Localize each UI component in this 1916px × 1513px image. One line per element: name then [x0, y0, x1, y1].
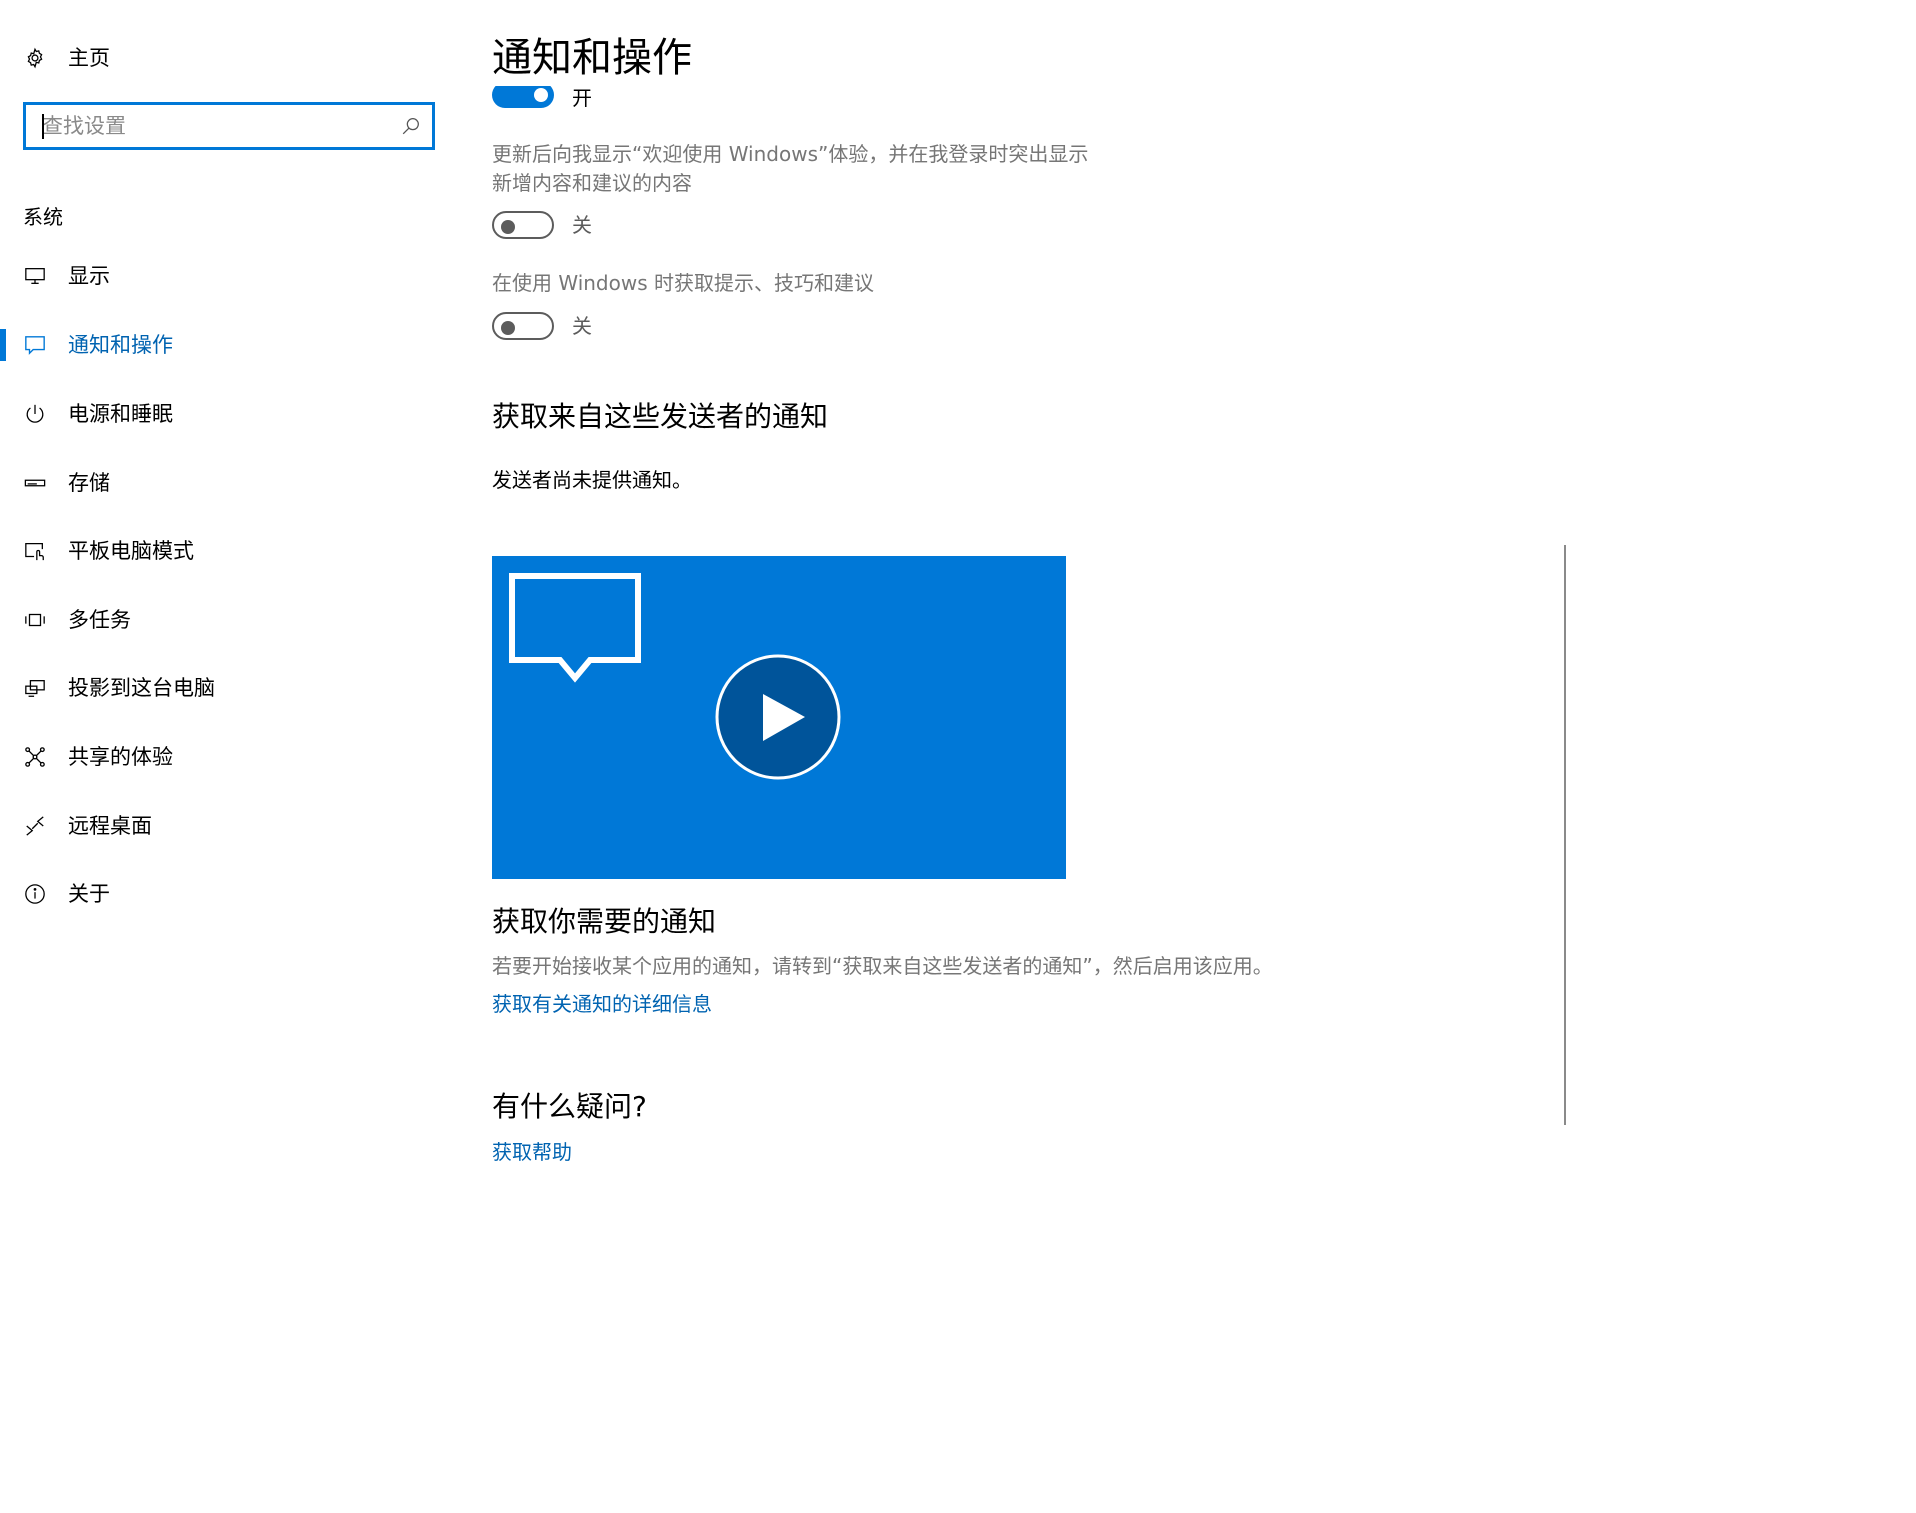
message-icon — [23, 333, 47, 357]
projection-icon — [23, 676, 47, 700]
notification-details-link[interactable]: 获取有关通知的详细信息 — [492, 989, 712, 1019]
gear-icon — [23, 46, 47, 70]
tips-description: 在使用 Windows 时获取提示、技巧和建议 — [492, 271, 874, 295]
sidebar-item-storage[interactable]: 存储 — [0, 459, 470, 507]
page-title: 通知和操作 — [492, 35, 692, 81]
sidebar-item-projection[interactable]: 投影到这台电脑 — [0, 664, 470, 712]
sidebar-item-power[interactable]: 电源和睡眠 — [0, 390, 470, 438]
home-nav-item[interactable]: 主页 — [0, 34, 470, 82]
home-label: 主页 — [68, 46, 110, 70]
sidebar-item-display[interactable]: 显示 — [0, 252, 470, 300]
section-label: 系统 — [23, 205, 63, 229]
search-icon[interactable] — [400, 115, 422, 137]
scrollbar[interactable] — [1564, 545, 1566, 1125]
text-caret — [42, 114, 44, 139]
toggle-knob — [534, 88, 548, 102]
sidebar-item-about[interactable]: 关于 — [0, 870, 470, 918]
sidebar-item-label: 多任务 — [68, 608, 131, 632]
sidebar-item-remote-desktop[interactable]: 远程桌面 — [0, 802, 470, 850]
toggle-state-label: 开 — [572, 86, 592, 110]
sidebar-item-multitasking[interactable]: 多任务 — [0, 596, 470, 644]
need-description: 若要开始接收某个应用的通知，请转到“获取来自这些发送者的通知”，然后启用该应用。 — [492, 954, 1273, 978]
search-input[interactable] — [26, 105, 402, 147]
multitasking-icon — [23, 608, 47, 632]
sidebar-item-label: 通知和操作 — [68, 333, 173, 357]
welcome-toggle-switch[interactable] — [492, 211, 554, 239]
sidebar-item-notifications[interactable]: 通知和操作 — [0, 321, 470, 369]
tablet-mode-icon — [23, 539, 47, 563]
sidebar-item-label: 共享的体验 — [68, 745, 173, 769]
remote-desktop-icon — [23, 814, 47, 838]
sidebar-item-label: 关于 — [68, 882, 110, 906]
sidebar-item-label: 远程桌面 — [68, 814, 152, 838]
sidebar-item-label: 存储 — [68, 471, 110, 495]
senders-section-title: 获取来自这些发送者的通知 — [492, 400, 829, 433]
sidebar-item-label: 投影到这台电脑 — [68, 676, 215, 700]
monitor-icon — [23, 264, 47, 288]
questions-section-title: 有什么疑问? — [492, 1090, 647, 1123]
welcome-toggle-state: 关 — [572, 213, 592, 237]
play-icon[interactable] — [492, 556, 1066, 879]
senders-empty-text: 发送者尚未提供通知。 — [492, 468, 692, 492]
search-box[interactable] — [23, 102, 435, 150]
sidebar-item-tablet-mode[interactable]: 平板电脑模式 — [0, 527, 470, 575]
notification-video[interactable] — [492, 556, 1066, 879]
tips-toggle-switch[interactable] — [492, 312, 554, 340]
toggle-knob — [501, 220, 515, 234]
tips-toggle-state: 关 — [572, 314, 592, 338]
welcome-description-line1: 更新后向我显示“欢迎使用 Windows”体验，并在我登录时突出显示 — [492, 142, 1089, 166]
shared-experience-icon — [23, 745, 47, 769]
sidebar-item-label: 显示 — [68, 264, 110, 288]
get-help-link[interactable]: 获取帮助 — [492, 1137, 572, 1167]
power-icon — [23, 402, 47, 426]
sidebar-item-label: 电源和睡眠 — [68, 402, 173, 426]
sidebar-item-shared-experience[interactable]: 共享的体验 — [0, 733, 470, 781]
toggle-knob — [501, 321, 515, 335]
info-icon — [23, 882, 47, 906]
storage-icon — [23, 471, 47, 495]
welcome-description-line2: 新增内容和建议的内容 — [492, 171, 692, 195]
sidebar-item-label: 平板电脑模式 — [68, 539, 194, 563]
need-section-title: 获取你需要的通知 — [492, 905, 717, 938]
